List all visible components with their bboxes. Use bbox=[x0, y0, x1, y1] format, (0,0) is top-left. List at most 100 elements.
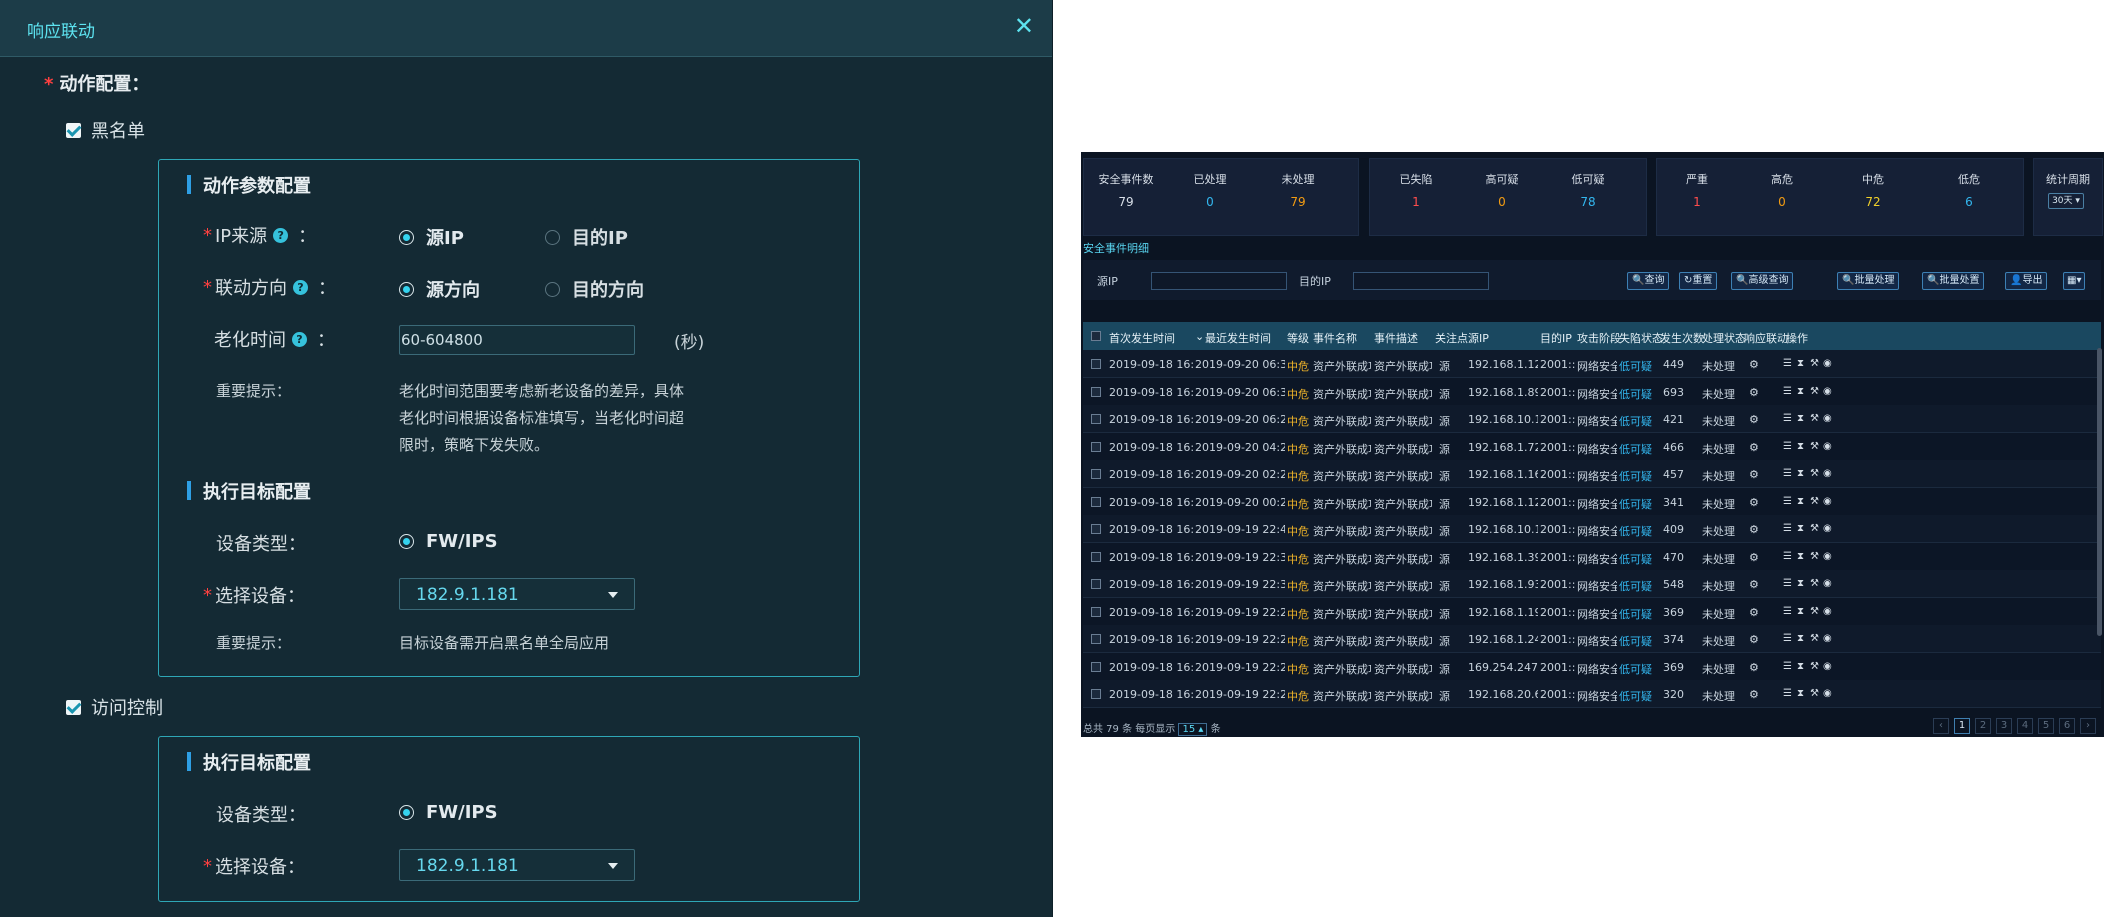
radio-fw-ips[interactable]: FW/IPS bbox=[399, 531, 498, 552]
gear-icon[interactable]: ⚙ bbox=[1749, 413, 1759, 426]
hourglass-icon[interactable]: ⧗ bbox=[1797, 661, 1804, 672]
hourglass-icon[interactable]: ⧗ bbox=[1797, 441, 1804, 452]
cell-fall[interactable]: 低可疑 bbox=[1619, 468, 1659, 484]
query-button[interactable]: 🔍查询 bbox=[1627, 272, 1670, 290]
list-icon[interactable]: ☰ bbox=[1783, 523, 1792, 534]
hourglass-icon[interactable]: ⧗ bbox=[1797, 578, 1804, 589]
row-checkbox[interactable] bbox=[1091, 634, 1101, 644]
list-icon[interactable]: ☰ bbox=[1783, 413, 1792, 424]
col-last-time[interactable]: 最近发生时间 bbox=[1205, 330, 1271, 346]
hourglass-icon[interactable]: ⧗ bbox=[1797, 358, 1804, 369]
view-icon[interactable]: ◉ bbox=[1823, 551, 1832, 562]
batch-process-button[interactable]: 🔍批量处理 bbox=[1837, 272, 1900, 290]
row-checkbox[interactable] bbox=[1091, 524, 1101, 534]
table-row[interactable]: 2019-09-18 16:51:002019-09-20 02:21:00中危… bbox=[1083, 460, 2101, 488]
src-ip-input[interactable] bbox=[1151, 272, 1287, 290]
list-icon[interactable]: ☰ bbox=[1783, 578, 1792, 589]
table-row[interactable]: 2019-09-18 16:51:002019-09-20 06:36:00中危… bbox=[1083, 350, 2101, 378]
view-icon[interactable]: ◉ bbox=[1823, 606, 1832, 617]
col-src-ip[interactable]: 源IP bbox=[1468, 330, 1489, 346]
cell-fall[interactable]: 低可疑 bbox=[1619, 606, 1659, 622]
device-select[interactable]: 182.9.1.181 bbox=[399, 578, 635, 610]
hourglass-icon[interactable]: ⧗ bbox=[1797, 413, 1804, 424]
wrench-icon[interactable]: ⚒ bbox=[1810, 441, 1819, 452]
gear-icon[interactable]: ⚙ bbox=[1749, 441, 1759, 454]
cell-fall[interactable]: 低可疑 bbox=[1619, 441, 1659, 457]
view-icon[interactable]: ◉ bbox=[1823, 496, 1832, 507]
radio-selected-icon[interactable] bbox=[399, 805, 414, 820]
radio-selected-icon[interactable] bbox=[399, 229, 414, 245]
hourglass-icon[interactable]: ⧗ bbox=[1797, 633, 1804, 644]
blacklist-checkbox[interactable]: 黑名单 bbox=[66, 117, 145, 143]
gear-icon[interactable]: ⚙ bbox=[1749, 578, 1759, 591]
wrench-icon[interactable]: ⚒ bbox=[1810, 413, 1819, 424]
view-icon[interactable]: ◉ bbox=[1823, 661, 1832, 672]
cell-fall[interactable]: 低可疑 bbox=[1619, 496, 1659, 512]
help-icon[interactable]: ? bbox=[292, 331, 307, 347]
hourglass-icon[interactable]: ⧗ bbox=[1797, 688, 1804, 699]
list-icon[interactable]: ☰ bbox=[1783, 688, 1792, 699]
row-checkbox[interactable] bbox=[1091, 579, 1101, 589]
export-button[interactable]: 👤导出 bbox=[2005, 272, 2048, 290]
row-checkbox[interactable] bbox=[1091, 386, 1101, 397]
radio-source-direction[interactable]: 源方向 bbox=[399, 276, 480, 302]
col-response[interactable]: 响应联动 bbox=[1744, 330, 1788, 346]
page-button[interactable]: 4 bbox=[2017, 718, 2033, 734]
list-icon[interactable]: ☰ bbox=[1783, 468, 1792, 479]
page-button[interactable]: 5 bbox=[2038, 718, 2054, 734]
gear-icon[interactable]: ⚙ bbox=[1749, 468, 1759, 481]
wrench-icon[interactable]: ⚒ bbox=[1810, 358, 1819, 369]
table-row[interactable]: 2019-09-18 16:51:002019-09-20 06:31:00中危… bbox=[1083, 377, 2101, 406]
gear-icon[interactable]: ⚙ bbox=[1749, 661, 1759, 674]
list-icon[interactable]: ☰ bbox=[1783, 606, 1792, 617]
col-event-name[interactable]: 事件名称 bbox=[1313, 330, 1357, 346]
row-checkbox[interactable] bbox=[1091, 496, 1101, 507]
hourglass-icon[interactable]: ⧗ bbox=[1797, 468, 1804, 479]
col-event-desc[interactable]: 事件描述 bbox=[1374, 330, 1418, 346]
row-checkbox[interactable] bbox=[1091, 414, 1101, 424]
checkbox-checked-icon[interactable] bbox=[66, 122, 81, 138]
select-all-checkbox[interactable] bbox=[1091, 331, 1101, 341]
view-icon[interactable]: ◉ bbox=[1823, 578, 1832, 589]
wrench-icon[interactable]: ⚒ bbox=[1810, 578, 1819, 589]
list-icon[interactable]: ☰ bbox=[1783, 633, 1792, 644]
cell-fall[interactable]: 低可疑 bbox=[1619, 358, 1659, 374]
page-button[interactable]: 6 bbox=[2059, 718, 2075, 734]
acl-device-select[interactable]: 182.9.1.181 bbox=[399, 849, 635, 881]
wrench-icon[interactable]: ⚒ bbox=[1810, 688, 1819, 699]
row-checkbox[interactable] bbox=[1091, 551, 1101, 562]
wrench-icon[interactable]: ⚒ bbox=[1810, 468, 1819, 479]
col-fall-status[interactable]: 失陷状态 bbox=[1619, 330, 1663, 346]
wrench-icon[interactable]: ⚒ bbox=[1810, 386, 1819, 397]
row-checkbox[interactable] bbox=[1091, 689, 1101, 699]
hourglass-icon[interactable]: ⧗ bbox=[1797, 496, 1804, 507]
gear-icon[interactable]: ⚙ bbox=[1749, 551, 1759, 564]
cell-fall[interactable]: 低可疑 bbox=[1619, 523, 1659, 539]
close-icon[interactable]: ✕ bbox=[1014, 12, 1034, 40]
vertical-scrollbar[interactable] bbox=[2097, 348, 2102, 636]
hourglass-icon[interactable]: ⧗ bbox=[1797, 551, 1804, 562]
wrench-icon[interactable]: ⚒ bbox=[1810, 661, 1819, 672]
row-checkbox[interactable] bbox=[1091, 441, 1101, 452]
dst-ip-input[interactable] bbox=[1353, 272, 1489, 290]
cell-fall[interactable]: 低可疑 bbox=[1619, 386, 1659, 402]
col-level[interactable]: 等级 bbox=[1287, 330, 1309, 346]
view-icon[interactable]: ◉ bbox=[1823, 441, 1832, 452]
list-icon[interactable]: ☰ bbox=[1783, 441, 1792, 452]
hourglass-icon[interactable]: ⧗ bbox=[1797, 523, 1804, 534]
view-icon[interactable]: ◉ bbox=[1823, 468, 1832, 479]
view-icon[interactable]: ◉ bbox=[1823, 633, 1832, 644]
table-row[interactable]: 2019-09-18 16:51:002019-09-19 22:26:00中危… bbox=[1083, 597, 2101, 626]
row-checkbox[interactable] bbox=[1091, 359, 1101, 369]
cell-fall[interactable]: 低可疑 bbox=[1619, 551, 1659, 567]
table-row[interactable]: 2019-09-18 16:51:002019-09-19 22:26:00中危… bbox=[1083, 652, 2101, 681]
reset-button[interactable]: ↻重置 bbox=[1679, 272, 1718, 290]
acl-checkbox[interactable]: 访问控制 bbox=[66, 694, 163, 720]
batch-dispose-button[interactable]: 🔍批量处置 bbox=[1922, 272, 1985, 290]
view-icon[interactable]: ◉ bbox=[1823, 386, 1832, 397]
period-select[interactable]: 30天 ▾ bbox=[2048, 193, 2084, 209]
table-row[interactable]: 2019-09-18 16:51:002019-09-19 22:46:00中危… bbox=[1083, 515, 2101, 543]
col-dst-ip[interactable]: 目的IP bbox=[1540, 330, 1572, 346]
gear-icon[interactable]: ⚙ bbox=[1749, 688, 1759, 701]
wrench-icon[interactable]: ⚒ bbox=[1810, 633, 1819, 644]
